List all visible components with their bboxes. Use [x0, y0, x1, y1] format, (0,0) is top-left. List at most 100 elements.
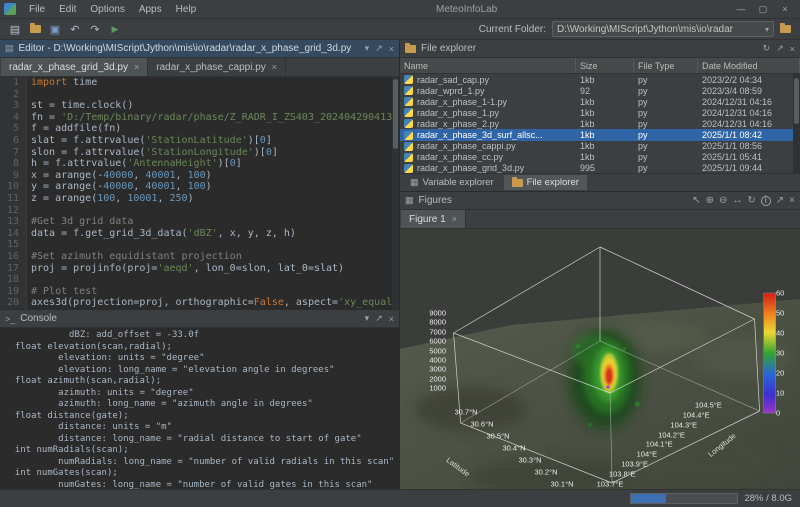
code-line: 14data = f.get_grid_3d_data('dBZ', x, y,…	[0, 228, 399, 240]
folder-icon	[30, 25, 41, 33]
float-panel-button[interactable]: ↗	[375, 313, 383, 324]
panel-tab-variable-explorer[interactable]: ▦Variable explorer	[402, 175, 502, 190]
code-line: 19# Plot test	[0, 286, 399, 298]
colorbar-tick: 50	[776, 309, 784, 318]
float-panel-button[interactable]: ↗	[776, 43, 784, 54]
close-tab-icon[interactable]: ×	[134, 62, 139, 72]
file-type: py	[634, 108, 698, 118]
rotate-tool[interactable]: ↻	[747, 195, 755, 206]
column-header-name[interactable]: Name	[400, 58, 576, 73]
column-header-size[interactable]: Size	[576, 58, 634, 73]
file-row[interactable]: radar_x_phase_1.py 1kbpy2024/12/31 04:16	[400, 107, 800, 118]
menu-apps[interactable]: Apps	[132, 2, 169, 17]
file-size: 1kb	[576, 108, 634, 118]
redo-button[interactable]: ↷	[86, 21, 104, 38]
close-panel-button[interactable]: ×	[789, 195, 795, 206]
longitude-tick: 104°E	[637, 450, 658, 459]
terminal-icon: >_	[5, 314, 15, 324]
chevron-down-icon[interactable]: ▾	[765, 25, 769, 34]
line-number: 7	[0, 147, 27, 159]
file-row[interactable]: radar_x_phase_1-1.py1kbpy2024/12/31 04:1…	[400, 96, 800, 107]
latitude-tick: 30.2°N	[534, 468, 557, 477]
file-name: radar_x_phase_1-1.py	[417, 97, 507, 107]
column-header-type[interactable]: File Type	[634, 58, 698, 73]
python-file-icon	[404, 86, 413, 95]
tab-label: Variable explorer	[423, 177, 494, 188]
file-name: radar_x_phase_1.py	[417, 108, 499, 118]
file-row[interactable]: radar_x_phase_cc.py1kbpy2025/1/1 05:41	[400, 152, 800, 163]
close-window-button[interactable]: ×	[774, 4, 796, 15]
code-line: 20axes3d(projection=proj, orthographic=F…	[0, 297, 399, 309]
run-script-button[interactable]: ▶	[106, 21, 124, 38]
line-number: 1	[0, 77, 27, 89]
open-file-button[interactable]	[26, 21, 44, 38]
browse-folder-button[interactable]	[776, 21, 794, 38]
right-column: File explorer ↻ ↗ × NameSizeFile TypeDate …	[400, 40, 800, 489]
file-size: 92	[576, 86, 634, 96]
console-output[interactable]: dBZ: add_offset = -33.0f float elevation…	[0, 328, 399, 489]
left-column: ▤ Editor - D:\Working\MIScript\Jython\mi…	[0, 40, 400, 489]
select-tool[interactable]: ↖	[692, 195, 700, 206]
close-figure-icon[interactable]: ×	[452, 214, 457, 224]
console-panel-title: Console	[20, 313, 57, 324]
editor-tab[interactable]: radar_x_phase_cappi.py×	[148, 58, 286, 76]
float-panel-button[interactable]: ↗	[776, 195, 784, 206]
editor-tab-bar: radar_x_phase_grid_3d.py×radar_x_phase_c…	[0, 58, 399, 77]
current-folder-combobox[interactable]: D:\Working\MIScript\Jython\mis\io\radar …	[552, 21, 774, 37]
file-explorer-header[interactable]: File explorer ↻↗×	[400, 40, 800, 58]
identify-tool[interactable]: i	[761, 196, 771, 206]
pan-tool[interactable]: ↔	[732, 195, 742, 206]
column-header-date[interactable]: Date Modified	[698, 58, 800, 73]
latitude-tick: 30.1°N	[550, 480, 573, 489]
code-line: 9x = arange(-40000, 40001, 100)	[0, 170, 399, 182]
file-row[interactable]: radar_x_phase_3d_surf_allsc...1kbpy2025/…	[400, 129, 800, 140]
zoom-out-tool[interactable]: ⊖	[719, 195, 727, 206]
save-button[interactable]: ▣	[46, 21, 64, 38]
menu-options[interactable]: Options	[83, 2, 131, 17]
minimize-panel-button[interactable]: ▾	[365, 43, 370, 54]
menu-file[interactable]: File	[22, 2, 52, 17]
code-editor[interactable]: 1import time23st = time.clock()4fn = 'D:…	[0, 77, 399, 309]
file-row[interactable]: radar_sad_cap.py1kbpy2023/2/2 04:34	[400, 74, 800, 85]
panel-tab-file-explorer[interactable]: File explorer	[504, 175, 587, 190]
editor-panel-header[interactable]: ▤ Editor - D:\Working\MIScript\Jython\mi…	[0, 40, 399, 58]
close-tab-icon[interactable]: ×	[272, 62, 277, 72]
undo-button[interactable]: ↶	[66, 21, 84, 38]
python-file-icon	[404, 164, 413, 173]
file-type: py	[634, 152, 698, 162]
code-line: 12	[0, 205, 399, 217]
line-number: 20	[0, 297, 27, 309]
line-number: 5	[0, 123, 27, 135]
maximize-window-button[interactable]: ▢	[752, 4, 774, 15]
file-date: 2024/12/31 04:16	[698, 108, 800, 118]
python-file-icon	[404, 97, 413, 106]
editor-tab[interactable]: radar_x_phase_grid_3d.py×	[1, 58, 148, 76]
radar-3d-plot[interactable]: 90008000700060005000400030002000100030.7…	[400, 229, 800, 489]
file-table-scrollbar[interactable]	[793, 74, 800, 173]
python-file-icon	[404, 142, 413, 151]
app-window: FileEditOptionsAppsHelp MeteoInfoLab — ▢…	[0, 0, 800, 507]
file-row[interactable]: radar_x_phase_2.py1kbpy2024/12/31 04:16	[400, 118, 800, 129]
refresh-button[interactable]: ↻	[763, 43, 771, 54]
close-panel-button[interactable]: ×	[389, 314, 394, 324]
menu-edit[interactable]: Edit	[52, 2, 83, 17]
file-row[interactable]: radar_x_phase_cappi.py1kbpy2025/1/1 08:5…	[400, 141, 800, 152]
memory-usage-bar[interactable]	[630, 493, 738, 504]
close-panel-button[interactable]: ×	[790, 44, 795, 54]
zoom-in-tool[interactable]: ⊕	[706, 195, 714, 206]
z-axis-tick: 6000	[429, 337, 446, 346]
file-row[interactable]: radar_wprd_1.py92py2023/3/4 08:59	[400, 85, 800, 96]
float-panel-button[interactable]: ↗	[375, 43, 383, 54]
minimize-panel-button[interactable]: ▾	[365, 313, 370, 324]
new-script-button[interactable]: ▤	[6, 21, 24, 38]
close-panel-button[interactable]: ×	[389, 44, 394, 54]
figures-panel-header[interactable]: ▦ Figures ↖⊕⊖↔↻i↗×	[400, 192, 800, 210]
file-date: 2025/1/1 08:42	[698, 130, 800, 140]
figure-tab[interactable]: Figure 1 ×	[401, 210, 466, 228]
editor-scrollbar[interactable]	[392, 77, 399, 309]
file-row[interactable]: radar_x_phase_grid_3d.py995py2025/1/1 09…	[400, 163, 800, 173]
menu-help[interactable]: Help	[169, 2, 204, 17]
minimize-window-button[interactable]: —	[730, 4, 752, 15]
console-panel-header[interactable]: >_ Console ▾ ↗ ×	[0, 310, 399, 328]
radar-echo	[569, 329, 642, 429]
